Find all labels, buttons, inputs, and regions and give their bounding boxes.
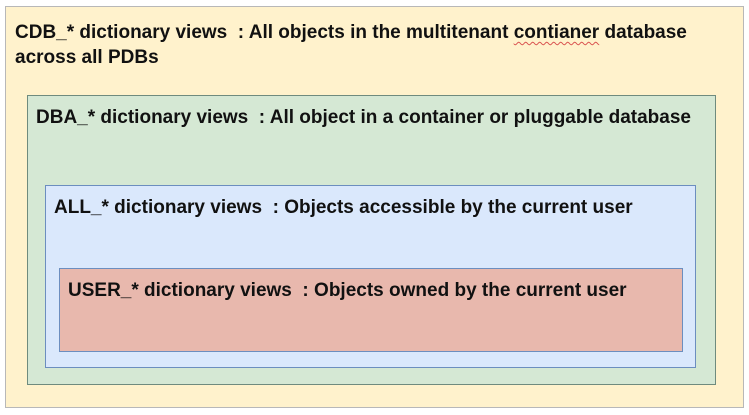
user-views-description: Objects owned by the current user xyxy=(314,280,627,301)
dba-views-label: DBA_* dictionary views : All object in a… xyxy=(36,105,696,130)
cdb-views-label: CDB_* dictionary views : All objects in … xyxy=(15,20,715,70)
cdb-views-misspelled-word: contianer xyxy=(513,22,600,43)
dba-views-separator: : xyxy=(248,107,270,128)
user-views-name: USER_* dictionary views xyxy=(68,280,292,301)
all-views-name: ALL_* dictionary views xyxy=(54,197,263,218)
all-views-label: ALL_* dictionary views : Objects accessi… xyxy=(54,195,684,220)
cdb-views-separator: : xyxy=(227,22,249,43)
user-views-label: USER_* dictionary views : Objects owned … xyxy=(68,278,668,303)
cdb-views-description-start: All objects in the multitenant xyxy=(248,22,514,43)
dba-views-description: All object in a container or pluggable d… xyxy=(269,107,691,128)
all-views-separator: : xyxy=(262,197,285,218)
user-views-separator: : xyxy=(291,280,315,301)
all-views-description: Objects accessible by the current user xyxy=(284,197,633,218)
dba-views-name: DBA_* dictionary views xyxy=(36,107,249,128)
user-views-box: USER_* dictionary views : Objects owned … xyxy=(59,268,683,352)
cdb-views-name: CDB_* dictionary views xyxy=(15,22,228,43)
